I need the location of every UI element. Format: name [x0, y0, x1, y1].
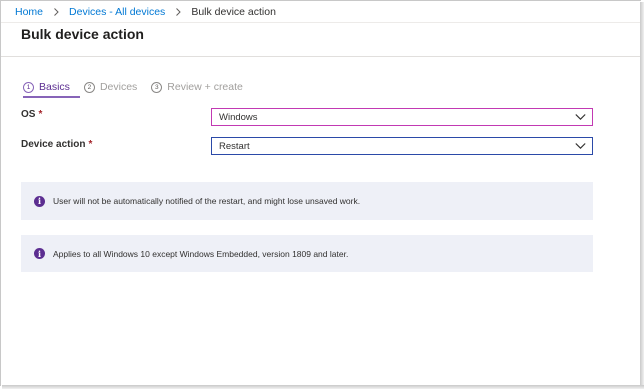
- chevron-down-icon: [575, 143, 586, 150]
- breadcrumb-current: Bulk device action: [191, 6, 276, 18]
- device-action-dropdown-value: Restart: [219, 140, 250, 152]
- tab-basics-label: Basics: [39, 81, 70, 93]
- info-text: Applies to all Windows 10 except Windows…: [53, 248, 349, 259]
- tab-devices[interactable]: 2 Devices: [83, 77, 138, 97]
- frame-shadow-right: [640, 2, 644, 389]
- breadcrumb-devices-link[interactable]: Devices - All devices: [69, 6, 165, 18]
- info-bar-applicability: i Applies to all Windows 10 except Windo…: [21, 235, 593, 272]
- info-bar-restart-notice: i User will not be automatically notifie…: [21, 182, 593, 220]
- chevron-right-icon: [171, 4, 185, 20]
- os-label-text: OS: [21, 109, 36, 120]
- device-action-label-text: Device action: [21, 139, 86, 150]
- tab-review-create-label: Review + create: [167, 81, 243, 93]
- os-dropdown[interactable]: Windows: [211, 108, 593, 126]
- breadcrumb-divider: [1, 22, 641, 23]
- breadcrumb: Home Devices - All devices Bulk device a…: [15, 4, 276, 20]
- tab-basics[interactable]: 1 Basics: [23, 77, 70, 97]
- tab-devices-label: Devices: [99, 81, 138, 93]
- device-action-dropdown[interactable]: Restart: [211, 137, 593, 155]
- required-marker: *: [88, 139, 93, 150]
- active-tab-indicator: [23, 96, 80, 98]
- step-number-2: 2: [83, 81, 95, 93]
- breadcrumb-home-link[interactable]: Home: [15, 6, 43, 18]
- tab-review-create[interactable]: 3 Review + create: [151, 77, 243, 97]
- required-marker: *: [38, 109, 43, 120]
- frame-shadow-bottom: [2, 385, 644, 389]
- step-number-3: 3: [151, 81, 163, 93]
- chevron-right-icon: [49, 4, 63, 20]
- wizard-tabs: 1 Basics 2 Devices 3 Review + create: [23, 76, 257, 98]
- title-divider: [1, 56, 641, 57]
- os-label: OS *: [21, 109, 42, 120]
- page-title: Bulk device action: [21, 26, 144, 42]
- os-dropdown-value: Windows: [219, 111, 258, 123]
- info-text: User will not be automatically notified …: [53, 196, 361, 206]
- info-icon: i: [34, 195, 45, 207]
- step-number-1: 1: [23, 81, 34, 93]
- device-action-label: Device action *: [21, 139, 92, 150]
- info-icon: i: [34, 248, 45, 259]
- blade-frame: Home Devices - All devices Bulk device a…: [0, 0, 641, 386]
- chevron-down-icon: [575, 114, 586, 121]
